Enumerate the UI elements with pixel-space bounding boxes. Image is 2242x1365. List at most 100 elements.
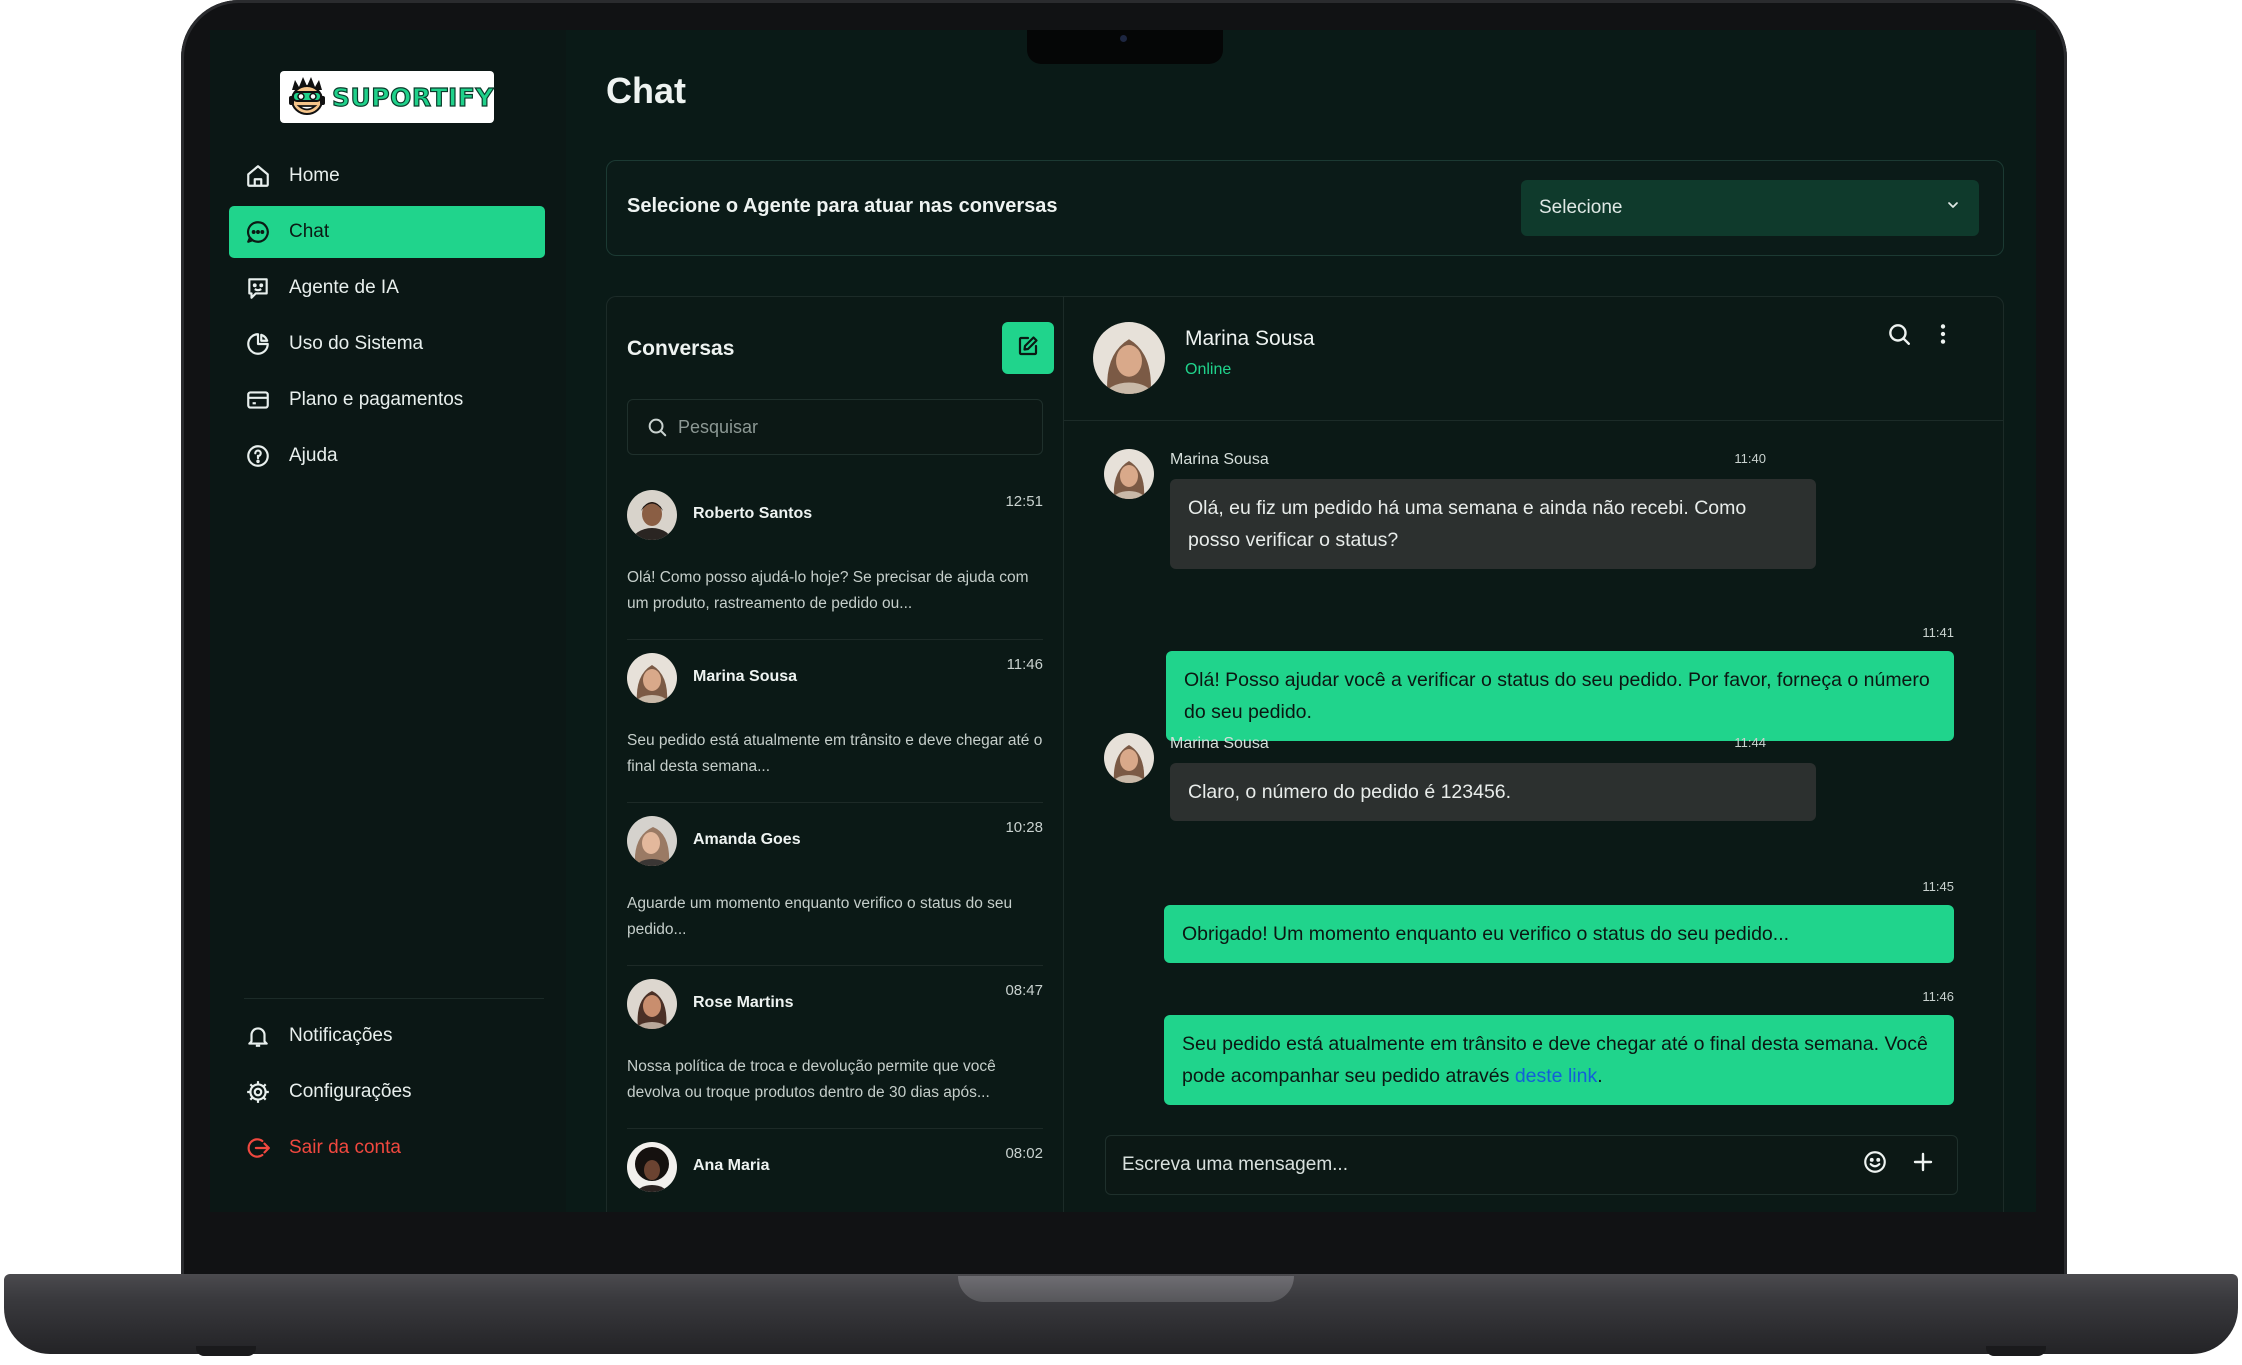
message-bubble: Olá, eu fiz um pedido há uma semana e ai…	[1170, 479, 1816, 569]
sidebar-item-label: Home	[289, 165, 340, 186]
sidebar-item-home[interactable]: Home	[229, 150, 545, 202]
conversation-time: 12:51	[1005, 493, 1043, 510]
avatar	[627, 653, 677, 703]
message-bubble: Obrigado! Um momento enquanto eu verific…	[1164, 905, 1954, 963]
conversation-item[interactable]: Marina Sousa 11:46 Seu pedido está atual…	[627, 640, 1043, 803]
conversations-panel: Conversas Pesquisar Roberto Santos 12:51…	[606, 296, 1064, 1212]
chevron-down-icon	[1945, 197, 1961, 219]
avatar	[1104, 449, 1154, 499]
laptop-foot	[196, 1346, 256, 1356]
main-nav: Home Chat Agente de IA Uso do Sistema Pl…	[229, 150, 545, 486]
agent-select-dropdown[interactable]: Selecione	[1521, 180, 1979, 236]
sidebar-item-label: Configurações	[289, 1081, 412, 1102]
message-link[interactable]: deste link	[1515, 1065, 1597, 1087]
logo-text: SUPORTIFY	[331, 82, 495, 112]
sidebar-item-agente[interactable]: Agente de IA	[229, 262, 545, 314]
edit-icon	[1016, 334, 1040, 363]
avatar	[627, 490, 677, 540]
agent-select-value: Selecione	[1539, 197, 1623, 218]
help-icon	[243, 441, 273, 471]
chat-more-button[interactable]	[1928, 321, 1958, 351]
sidebar-item-label: Chat	[289, 221, 330, 242]
conversation-preview: Aguarde um momento enquanto verifico o s…	[627, 895, 1013, 938]
message-time: 11:41	[1922, 625, 1954, 640]
app-screen: SUPORTIFY Home Chat Agente de IA Uso do …	[210, 30, 2036, 1212]
sidebar-item-sair[interactable]: Sair da conta	[229, 1122, 545, 1174]
plus-icon	[1911, 1150, 1935, 1180]
conversation-item[interactable]: Amanda Goes 10:28 Aguarde um momento enq…	[627, 803, 1043, 966]
sidebar-divider	[244, 998, 544, 999]
camera-icon	[1120, 35, 1127, 42]
message-time: 11:40	[1734, 451, 1766, 466]
avatar	[627, 1142, 677, 1192]
message-sender: Marina Sousa	[1170, 451, 1269, 468]
gear-icon	[243, 1077, 273, 1107]
sidebar-item-label: Uso do Sistema	[289, 333, 424, 354]
conversation-name: Amanda Goes	[693, 831, 801, 848]
chat-contact-name: Marina Sousa	[1185, 327, 1315, 350]
message-time: 11:46	[1922, 989, 1954, 1004]
laptop-hinge	[958, 1276, 1294, 1302]
home-icon	[243, 161, 273, 191]
conversation-search-input[interactable]: Pesquisar	[627, 399, 1043, 455]
message-sender: Marina Sousa	[1170, 735, 1269, 752]
bell-icon	[243, 1021, 273, 1051]
sidebar-item-ajuda[interactable]: Ajuda	[229, 430, 545, 482]
chat-icon	[243, 217, 273, 247]
sidebar-item-configuracoes[interactable]: Configurações	[229, 1066, 545, 1118]
laptop-foot	[1986, 1346, 2046, 1356]
conversation-item[interactable]: Ana Maria 08:02	[627, 1129, 1043, 1212]
message-time: 11:44	[1734, 735, 1766, 750]
conversation-name: Roberto Santos	[693, 505, 813, 522]
message-time: 11:45	[1922, 879, 1954, 894]
search-placeholder: Pesquisar	[678, 416, 759, 437]
message-text-end: .	[1597, 1065, 1603, 1087]
message-bubble: Olá! Posso ajudar você a verificar o sta…	[1166, 651, 1954, 741]
composer-placeholder: Escreva uma mensagem...	[1122, 1154, 1348, 1175]
search-icon	[646, 416, 668, 438]
sidebar-item-chat[interactable]: Chat	[229, 206, 545, 258]
conversation-time: 11:46	[1006, 656, 1043, 673]
emoji-button[interactable]	[1861, 1151, 1889, 1179]
page-title: Chat	[606, 70, 686, 111]
search-icon	[1886, 321, 1912, 352]
sidebar: SUPORTIFY Home Chat Agente de IA Uso do …	[210, 30, 566, 1212]
pie-chart-icon	[243, 329, 273, 359]
conversation-item[interactable]: Roberto Santos 12:51 Olá! Como posso aju…	[627, 477, 1043, 640]
sidebar-item-notificacoes[interactable]: Notificações	[229, 1010, 545, 1062]
chat-header: Marina Sousa Online	[1064, 297, 2003, 421]
message-bubble: Seu pedido está atualmente em trânsito e…	[1164, 1015, 1954, 1105]
credit-card-icon	[243, 385, 273, 415]
sidebar-item-uso[interactable]: Uso do Sistema	[229, 318, 545, 370]
sidebar-item-label: Ajuda	[289, 445, 338, 466]
sidebar-item-plano[interactable]: Plano e pagamentos	[229, 374, 545, 426]
conversation-preview: Nossa política de troca e devolução perm…	[627, 1058, 996, 1101]
bottom-nav: Notificações Configurações Sair da conta	[229, 1010, 545, 1178]
message-composer[interactable]: Escreva uma mensagem...	[1105, 1135, 1958, 1195]
emoji-icon	[1862, 1149, 1888, 1181]
conversation-name: Rose Martins	[693, 994, 794, 1011]
conversation-time: 08:02	[1005, 1145, 1043, 1162]
conversation-name: Marina Sousa	[693, 668, 798, 685]
chat-panel: Marina Sousa Online Marina Sousa 11:40 O…	[1063, 296, 2004, 1212]
conversation-item[interactable]: Rose Martins 08:47 Nossa política de tro…	[627, 966, 1043, 1129]
logo[interactable]: SUPORTIFY	[280, 71, 494, 123]
avatar	[627, 979, 677, 1029]
avatar	[1104, 733, 1154, 783]
conversation-preview: Olá! Como posso ajudá-lo hoje? Se precis…	[627, 569, 1029, 612]
new-conversation-button[interactable]	[1002, 322, 1054, 374]
conversation-list: Roberto Santos 12:51 Olá! Como posso aju…	[627, 477, 1043, 1212]
attach-button[interactable]	[1909, 1151, 1937, 1179]
conversation-preview: Seu pedido está atualmente em trânsito e…	[627, 732, 1043, 775]
chat-contact-status: Online	[1185, 361, 1232, 378]
chat-search-button[interactable]	[1884, 321, 1914, 351]
sidebar-item-label: Notificações	[289, 1025, 393, 1046]
conversation-time: 08:47	[1005, 982, 1043, 999]
sidebar-item-label: Agente de IA	[289, 277, 399, 298]
more-vertical-icon	[1930, 321, 1956, 352]
avatar[interactable]	[1093, 322, 1165, 394]
sidebar-item-label: Sair da conta	[289, 1137, 401, 1158]
bot-icon	[243, 273, 273, 303]
agent-select-label: Selecione o Agente para atuar nas conver…	[627, 195, 1058, 217]
logout-icon	[243, 1133, 273, 1163]
